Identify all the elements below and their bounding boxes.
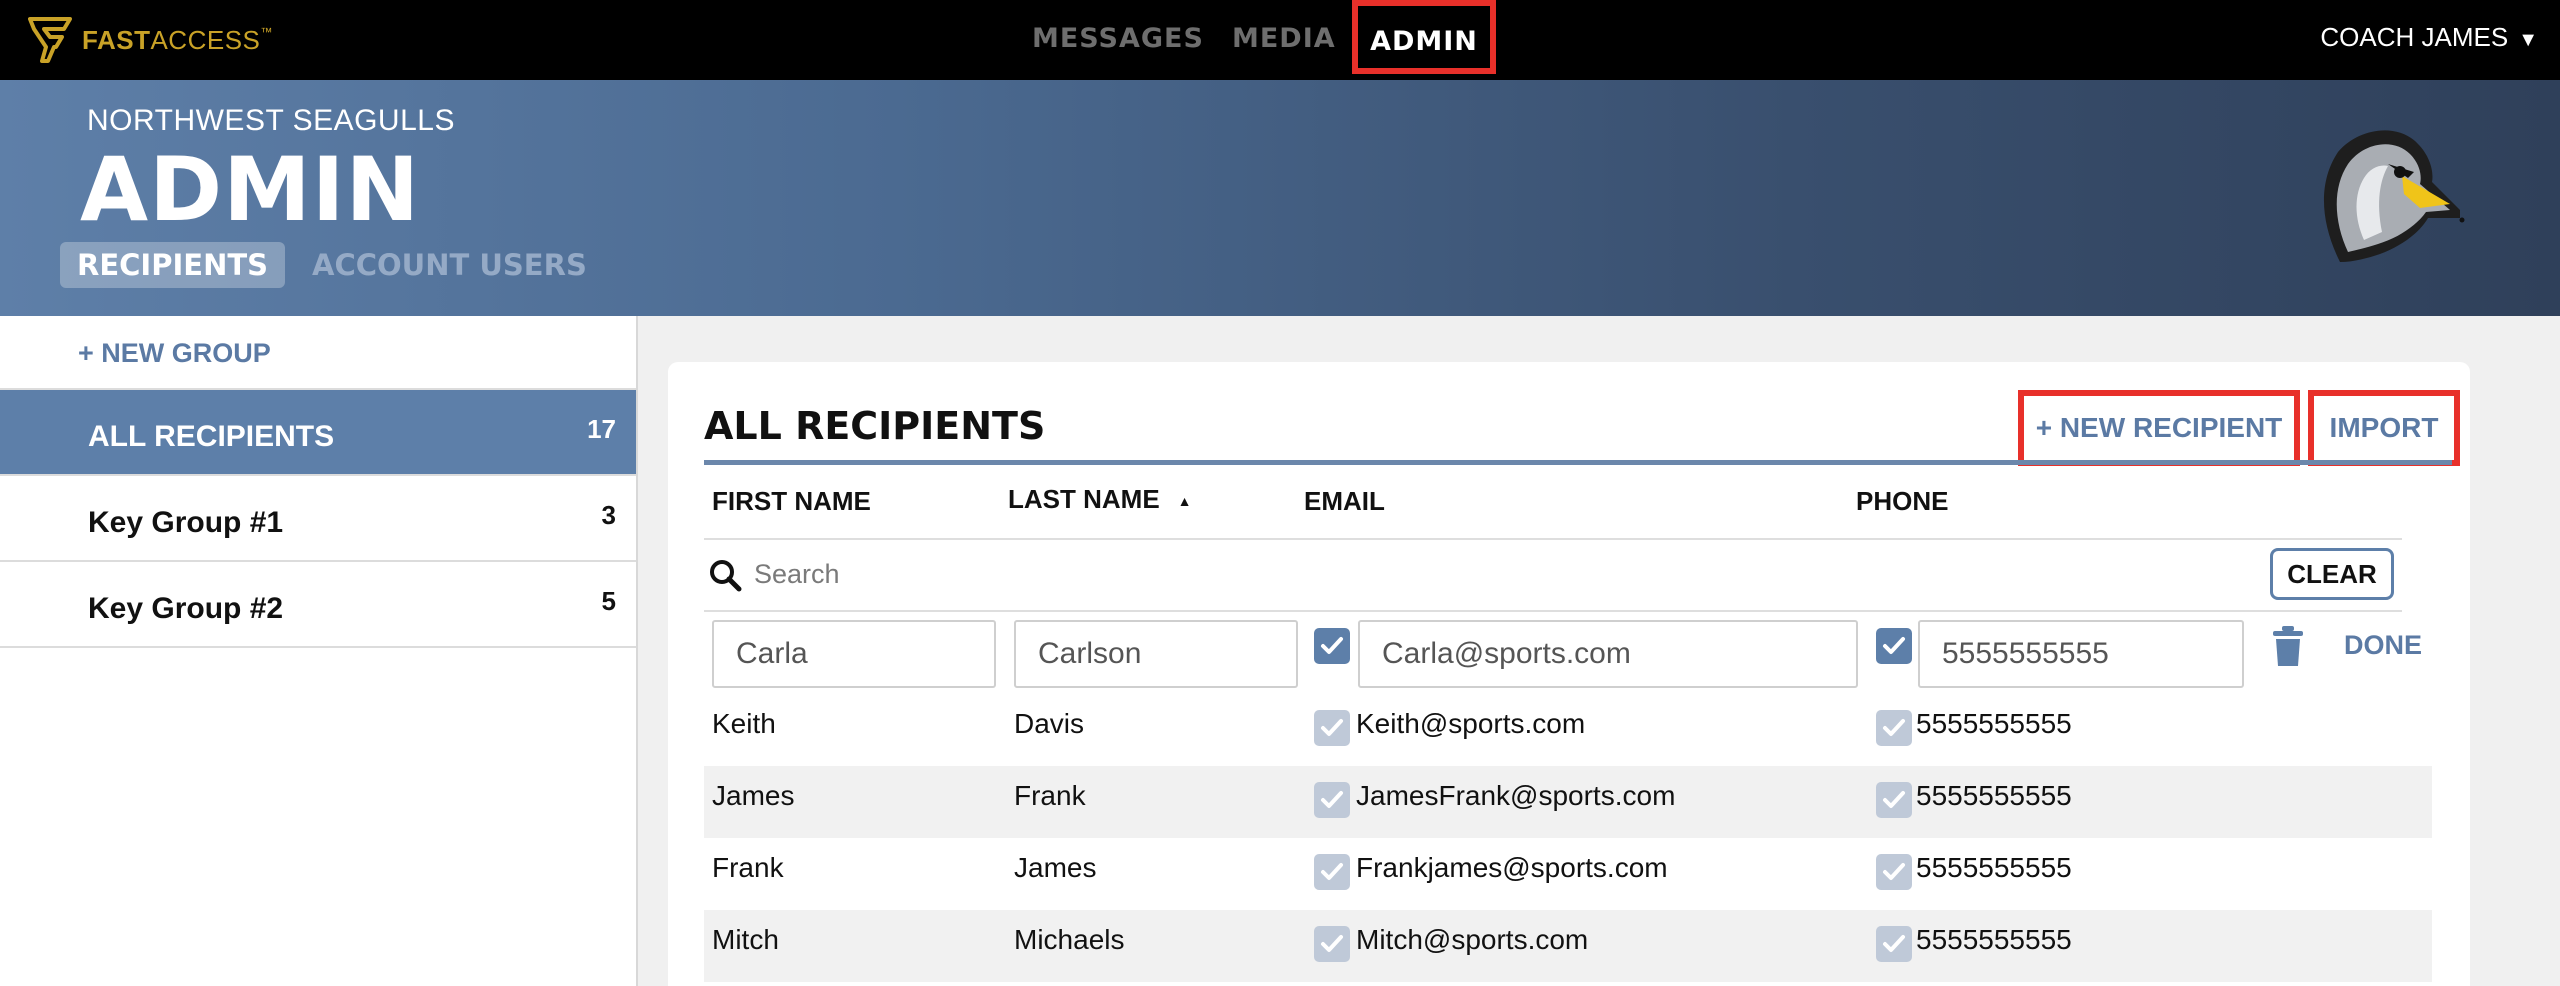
cell-first-name: Frank [712, 852, 784, 883]
page-title: ADMIN [80, 138, 421, 241]
cell-email: JamesFrank@sports.com [1356, 780, 1676, 811]
new-group-button[interactable]: + NEW GROUP [78, 338, 271, 369]
section-title: ALL RECIPIENTS [704, 404, 1046, 448]
chevron-down-icon: ▼ [2518, 29, 2538, 51]
search-icon [710, 560, 742, 592]
trash-icon[interactable] [2272, 624, 2304, 668]
phone-checkbox[interactable] [1876, 710, 1912, 746]
email-checkbox[interactable] [1314, 926, 1350, 962]
nav-media[interactable]: MEDIA [1232, 0, 1336, 80]
column-header-phone[interactable]: PHONE [1856, 486, 1948, 517]
sidebar-item-key-group-1[interactable]: Key Group #1 3 [0, 474, 636, 560]
page-header: NORTHWEST SEAGULLS ADMIN RECIPIENTS ACCO… [0, 80, 2560, 316]
cell-phone: 5555555555 [1916, 780, 2072, 811]
organization-name: NORTHWEST SEAGULLS [87, 104, 455, 137]
table-row[interactable]: Keith Davis Keith@sports.com 5555555555 [704, 694, 2432, 766]
search-divider [704, 610, 2402, 612]
done-button[interactable]: DONE [2344, 630, 2422, 661]
tab-account-users[interactable]: ACCOUNT USERS [295, 242, 604, 288]
group-label: Key Group #1 [88, 506, 284, 539]
email-enabled-checkbox[interactable] [1314, 628, 1350, 664]
cell-first-name: Keith [712, 708, 776, 739]
tab-recipients[interactable]: RECIPIENTS [60, 242, 286, 288]
cell-first-name: James [712, 780, 795, 811]
recipients-card: ALL RECIPIENTS + NEW RECIPIENT IMPORT FI… [668, 362, 2470, 986]
table-row[interactable]: Mitch Michaels Mitch@sports.com 55555555… [704, 910, 2432, 982]
sidebar-item-all-recipients[interactable]: ALL RECIPIENTS 17 [0, 388, 636, 474]
checkmark-icon [1321, 637, 1343, 654]
column-header-first-name[interactable]: FIRST NAME [712, 486, 871, 517]
phone-enabled-checkbox[interactable] [1876, 628, 1912, 664]
checkmark-icon [1321, 935, 1343, 952]
last-name-field[interactable] [1014, 620, 1298, 688]
cell-email: Mitch@sports.com [1356, 924, 1589, 955]
cell-phone: 5555555555 [1916, 924, 2072, 955]
column-header-email[interactable]: EMAIL [1304, 486, 1385, 517]
logo-text-light: ACCESS [150, 24, 261, 55]
logo-icon [28, 17, 72, 63]
fastaccess-logo[interactable]: FASTACCESS™ [28, 12, 273, 68]
nav-admin[interactable]: ADMIN [1352, 0, 1496, 74]
checkmark-icon [1321, 863, 1343, 880]
cell-last-name: Frank [1014, 780, 1086, 811]
title-divider [704, 460, 2452, 465]
sidebar-item-key-group-2[interactable]: Key Group #2 5 [0, 560, 636, 648]
new-recipient-button[interactable]: + NEW RECIPIENT [2018, 390, 2300, 466]
search-input[interactable] [754, 554, 1354, 594]
checkmark-icon [1883, 935, 1905, 952]
table-row[interactable]: Frank James Frankjames@sports.com 555555… [704, 838, 2432, 910]
phone-checkbox[interactable] [1876, 926, 1912, 962]
clear-button[interactable]: CLEAR [2270, 548, 2394, 600]
phone-field[interactable] [1918, 620, 2244, 688]
cell-phone: 5555555555 [1916, 852, 2072, 883]
header-divider [704, 538, 2402, 540]
cell-phone: 5555555555 [1916, 708, 2072, 739]
checkmark-icon [1321, 719, 1343, 736]
cell-first-name: Mitch [712, 924, 779, 955]
groups-sidebar: + NEW GROUP ALL RECIPIENTS 17 Key Group … [0, 316, 638, 986]
group-count: 17 [587, 414, 616, 444]
user-name: COACH JAMES [2320, 22, 2509, 52]
group-label: ALL RECIPIENTS [88, 420, 335, 453]
column-header-label: LAST NAME [1008, 484, 1160, 514]
admin-subtabs: RECIPIENTS ACCOUNT USERS [60, 242, 614, 288]
first-name-field[interactable] [712, 620, 996, 688]
checkmark-icon [1883, 637, 1905, 654]
logo-text-bold: FAST [82, 24, 151, 55]
group-label: Key Group #2 [88, 592, 284, 625]
cell-email: Keith@sports.com [1356, 708, 1586, 739]
cell-last-name: James [1014, 852, 1097, 883]
email-checkbox[interactable] [1314, 710, 1350, 746]
phone-checkbox[interactable] [1876, 782, 1912, 818]
import-button[interactable]: IMPORT [2308, 390, 2460, 466]
table-row[interactable]: James Frank JamesFrank@sports.com 555555… [704, 766, 2432, 838]
nav-messages[interactable]: MESSAGES [1032, 0, 1204, 80]
sort-ascending-icon: ▲ [1177, 493, 1192, 510]
group-count: 3 [601, 500, 616, 530]
checkmark-icon [1883, 719, 1905, 736]
phone-checkbox[interactable] [1876, 854, 1912, 890]
email-field[interactable] [1358, 620, 1858, 688]
column-header-last-name[interactable]: LAST NAME ▲ [1008, 484, 1192, 515]
seagull-mascot-logo [2323, 130, 2465, 262]
cell-last-name: Davis [1014, 708, 1085, 739]
email-checkbox[interactable] [1314, 782, 1350, 818]
checkmark-icon [1883, 791, 1905, 808]
cell-last-name: Michaels [1014, 924, 1125, 955]
user-menu[interactable]: COACH JAMES ▼ [2320, 0, 2538, 74]
group-count: 5 [601, 586, 616, 616]
cell-email: Frankjames@sports.com [1356, 852, 1668, 883]
checkmark-icon [1321, 791, 1343, 808]
email-checkbox[interactable] [1314, 854, 1350, 890]
checkmark-icon [1883, 863, 1905, 880]
top-nav: FASTACCESS™ MESSAGES MEDIA ADMIN COACH J… [0, 0, 2560, 80]
logo-trademark: ™ [260, 24, 273, 39]
